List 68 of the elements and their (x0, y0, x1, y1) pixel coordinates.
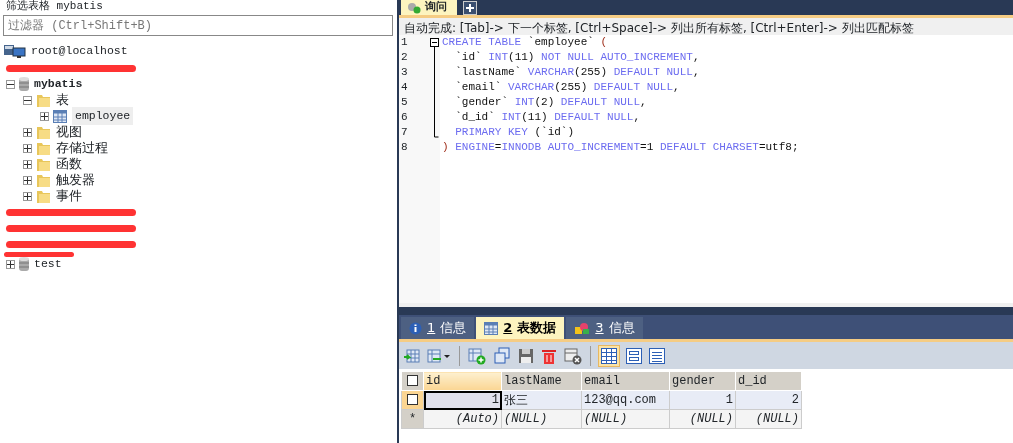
new-tab-icon[interactable] (463, 1, 477, 15)
server-icon (4, 44, 26, 58)
checkbox[interactable] (407, 394, 418, 406)
tree-item[interactable]: employee (72, 107, 134, 125)
collapse-icon[interactable] (6, 79, 15, 89)
line-number: 4 (400, 80, 409, 95)
form-view-button[interactable] (625, 346, 643, 365)
checkbox[interactable] (407, 375, 418, 387)
expand-icon[interactable] (23, 191, 32, 201)
code-line: `id` INT(11) NOT NULL AUTO_INCREMENT, (454, 50, 701, 65)
expand-icon[interactable] (23, 159, 32, 169)
line-number: 8 (400, 140, 409, 155)
folder-icon (36, 156, 51, 172)
expand-icon[interactable] (23, 175, 32, 185)
autocomplete-hint: 自动完成: [Tab]-> 下一个标签, [Ctrl+Space]-> 列出所有标签, [Ctrl+Enter]-> 列出匹配标签 (399, 18, 1013, 35)
folder-icon (36, 172, 51, 188)
tree-item[interactable]: root@localhost (31, 42, 128, 60)
code-line: `email` VARCHAR(255) DEFAULT NULL, (454, 80, 681, 95)
line-number: 5 (400, 95, 409, 110)
tree-item[interactable]: test (34, 255, 62, 273)
folder-icon (36, 188, 51, 204)
database-icon (19, 77, 29, 91)
tree-item[interactable]: mybatis (34, 75, 83, 93)
column-header[interactable]: d_id (735, 371, 802, 391)
column-header[interactable]: lastName (501, 371, 582, 391)
fold-marker-icon[interactable] (430, 38, 439, 138)
table-icon (484, 321, 499, 335)
tree-item[interactable]: 表 (56, 90, 69, 110)
result-tab[interactable]: 2 表数据 (476, 317, 565, 339)
result-tab[interactable]: 3 信息 (566, 317, 643, 339)
panel-title: 筛选表格 mybatis (5, 0, 104, 13)
column-header[interactable]: id (423, 371, 502, 391)
expand-icon[interactable] (23, 127, 32, 137)
column-header[interactable]: email (581, 371, 670, 391)
shapes-icon (574, 321, 591, 335)
text-view-button[interactable] (648, 346, 666, 365)
line-number: 6 (400, 110, 409, 125)
line-number: 2 (400, 50, 409, 65)
info-icon (409, 321, 422, 335)
query-tab[interactable]: 询问 (401, 0, 457, 15)
save-button[interactable] (517, 346, 535, 365)
folder-icon (36, 92, 51, 108)
redaction-mark (4, 252, 74, 257)
line-number: 3 (400, 65, 409, 80)
grid-view-button[interactable] (598, 344, 620, 367)
expand-icon[interactable] (40, 111, 49, 121)
code-line: `gender` INT(2) DEFAULT NULL, (454, 95, 648, 110)
expand-icon[interactable] (6, 259, 15, 269)
result-tab[interactable]: 1 信息 (401, 317, 475, 339)
folder-icon (36, 124, 51, 140)
column-header[interactable]: gender (669, 371, 736, 391)
code-line: `d_id` INT(11) DEFAULT NULL, (454, 110, 642, 125)
code-line: `lastName` VARCHAR(255) DEFAULT NULL, (454, 65, 701, 80)
duplicate-button[interactable] (492, 346, 512, 365)
code-line: PRIMARY KEY (`id`) (454, 125, 576, 140)
cancel-button[interactable] (563, 346, 583, 365)
query-icon (407, 1, 421, 14)
export-button[interactable] (426, 346, 452, 365)
folder-icon (36, 140, 51, 156)
database-icon (19, 257, 29, 271)
line-number: 7 (400, 125, 409, 140)
line-number: 1 (400, 35, 409, 50)
code-line: ) ENGINE=INNODB AUTO_INCREMENT=1 DEFAULT CHARSET=utf8; (442, 140, 799, 155)
filter-field[interactable]: 过滤器 (Ctrl+Shift+B) (3, 15, 393, 36)
expand-icon[interactable] (23, 143, 32, 153)
collapse-icon[interactable] (23, 95, 32, 105)
code-line: CREATE TABLE `employee` ( (442, 35, 609, 50)
table-icon (53, 109, 67, 123)
